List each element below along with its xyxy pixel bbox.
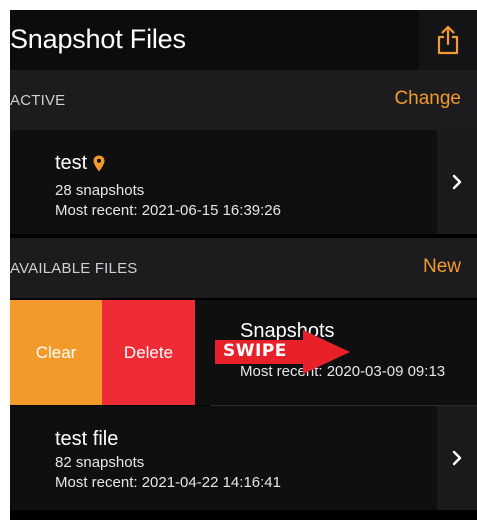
disclosure-cell [437,130,477,234]
file-name: test [55,152,105,175]
app-screen: Snapshot Files ACTIVE Change test 28 sna… [10,10,477,520]
chevron-right-icon [452,450,462,466]
active-file-row[interactable]: test 28 snapshots Most recent: 2021-06-1… [10,130,477,234]
share-button[interactable] [419,10,477,70]
page-title: Snapshot Files [10,24,186,54]
new-button[interactable]: New [423,256,461,278]
snapshot-count: 28 snapshots [55,182,145,199]
change-button[interactable]: Change [394,88,461,110]
file-row[interactable]: test file 82 snapshots Most recent: 2021… [10,406,477,510]
share-icon [437,25,459,55]
available-section-header: AVAILABLE FILES New [10,238,477,298]
clear-button[interactable]: Clear [10,300,102,405]
most-recent: Most recent: 2021-04-22 14:16:41 [55,474,281,491]
most-recent: Most recent: 2021-06-15 16:39:26 [55,202,281,219]
location-pin-icon [93,155,105,172]
snapshot-count: 82 snapshots [55,454,145,471]
delete-button[interactable]: Delete [102,300,195,405]
active-section-header: ACTIVE Change [10,70,477,130]
swipe-overlay-label: SWIPE [223,341,287,361]
disclosure-cell [437,406,477,510]
chevron-right-icon [452,174,462,190]
swiped-file-row[interactable]: Clear Delete Snapshots Most recent: 2020… [10,300,477,405]
file-name-label: test [55,152,88,174]
section-label-active: ACTIVE [10,92,66,109]
navigation-bar: Snapshot Files [10,10,477,70]
section-label-available: AVAILABLE FILES [10,260,138,277]
file-name: test file [55,428,119,450]
